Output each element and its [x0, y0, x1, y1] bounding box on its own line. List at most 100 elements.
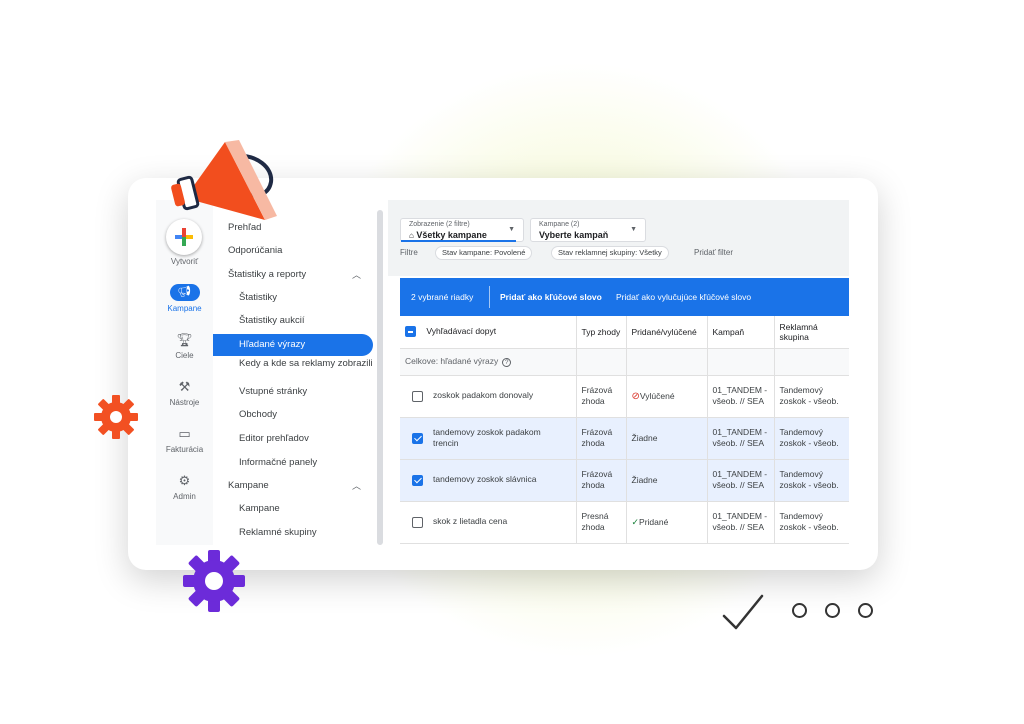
- nav-item-shopping[interactable]: Obchody: [213, 404, 373, 426]
- match-type: Presná zhoda: [576, 501, 627, 544]
- nav-item-report-editor[interactable]: Editor prehľadov: [213, 428, 373, 450]
- campaign-dropdown[interactable]: Kampane (2) Vyberte kampaň ▼: [530, 218, 646, 242]
- match-type: Frázová zhoda: [576, 459, 627, 502]
- dot-icon: [858, 603, 873, 618]
- status-text: Vylúčené: [639, 390, 675, 401]
- illustration-canvas: Vytvoriť 📢︎ Kampane 🏆︎ Ciele ⚒ Nástroje …: [0, 0, 1024, 724]
- selection-bar: 2 vybrané riadky Pridať ako kľúčové slov…: [400, 278, 849, 316]
- home-icon: ⌂: [409, 231, 414, 240]
- ad-group-link[interactable]: Tandemový zoskok - všeob.: [774, 459, 849, 502]
- rail-item-billing[interactable]: ▭ Fakturácia: [156, 425, 213, 454]
- tools-icon: ⚒: [178, 379, 191, 394]
- ad-group-link[interactable]: Tandemový zoskok - všeob.: [774, 417, 849, 460]
- dropdown-arrow-icon: ▼: [508, 226, 515, 233]
- nav-item-campaigns-group[interactable]: Kampane ︿: [213, 475, 373, 497]
- add-negative-keyword-button[interactable]: Pridať ako vylučujúce kľúčové slovo: [616, 292, 751, 302]
- rail-item-label: Ciele: [175, 351, 194, 360]
- row-checkbox[interactable]: [412, 516, 423, 528]
- nav-scrollbar[interactable]: [377, 210, 383, 545]
- nav-item-landing-pages[interactable]: Vstupné stránky: [213, 381, 373, 403]
- header-match-type[interactable]: Typ zhody: [576, 316, 627, 349]
- card-icon: ▭: [178, 426, 191, 441]
- ad-group-link[interactable]: Tandemový zoskok - všeob.: [774, 501, 849, 544]
- campaign-link[interactable]: 01_TANDEM - všeob. // SEA: [707, 501, 775, 544]
- query-text: zoskok padakom donovaly: [433, 390, 534, 401]
- row-checkbox[interactable]: [412, 474, 423, 486]
- view-dropdown[interactable]: Zobrazenie (2 filtre) ⌂ Všetky kampane ▼: [400, 218, 524, 242]
- rail-item-campaigns[interactable]: 📢︎ Kampane: [156, 284, 213, 313]
- filter-toolbar: Zobrazenie (2 filtre) ⌂ Všetky kampane ▼…: [388, 200, 849, 276]
- header-added-excluded[interactable]: Pridané/vylúčené: [626, 316, 708, 349]
- total-label: Celkove: hľadané výrazy: [405, 356, 499, 367]
- match-type: Frázová zhoda: [576, 417, 627, 460]
- table-row[interactable]: tandemovy zoskok padakom trencin Frázová…: [400, 417, 849, 460]
- main-content: Zobrazenie (2 filtre) ⌂ Všetky kampane ▼…: [388, 200, 849, 545]
- megaphone-icon: [171, 140, 277, 220]
- nav-item-label: Štatistiky a reporty: [228, 269, 307, 280]
- nav-item-auction-insights[interactable]: Štatistiky aukcií: [213, 310, 373, 332]
- nav-item-recommendations[interactable]: Odporúčania: [213, 240, 373, 262]
- dot-icon: [792, 603, 807, 618]
- nav-panel: Prehľad Odporúčania Štatistiky a reporty…: [213, 200, 377, 545]
- status-text: Pridané: [639, 516, 669, 527]
- help-icon[interactable]: ?: [502, 357, 512, 367]
- selected-count: 2 vybrané riadky: [411, 292, 474, 302]
- nav-item-insights-reports[interactable]: Štatistiky a reporty ︿: [213, 264, 373, 286]
- filter-chip-campaign-status[interactable]: Stav kampane: Povolené: [435, 246, 533, 260]
- rail-item-label: Admin: [173, 492, 196, 501]
- row-checkbox[interactable]: [412, 390, 423, 402]
- nav-item-campaigns[interactable]: Kampane: [213, 498, 373, 520]
- nav-item-search-terms[interactable]: Hľadané výrazy: [213, 334, 373, 356]
- filter-chip-adgroup-status[interactable]: Stav reklamnej skupiny: Všetky: [551, 246, 669, 260]
- chevron-up-icon: ︿: [351, 270, 361, 280]
- selection-divider: [489, 286, 490, 308]
- table-row[interactable]: tandemovy zoskok slávnica Frázová zhoda …: [400, 459, 849, 502]
- total-row: Celkove: hľadané výrazy?: [400, 348, 849, 376]
- rail-item-label: Nástroje: [169, 398, 200, 407]
- rail-item-label: Kampane: [167, 304, 202, 313]
- rail-item-admin[interactable]: ⚙ Admin: [156, 472, 213, 501]
- create-label: Vytvoriť: [170, 257, 199, 266]
- rail-item-goals[interactable]: 🏆︎ Ciele: [156, 331, 213, 360]
- row-checkbox[interactable]: [412, 432, 423, 444]
- purple-gear-icon: [183, 550, 245, 612]
- query-text: tandemovy zoskok padakom trencin: [433, 427, 541, 448]
- filters-label: Filtre: [400, 248, 418, 257]
- table-row[interactable]: skok z lietadla cena Presná zhoda ✓Prida…: [400, 501, 849, 544]
- chevron-up-icon: ︿: [351, 481, 361, 491]
- campaign-link[interactable]: 01_TANDEM - všeob. // SEA: [707, 417, 775, 460]
- check-icon: ✓: [631, 516, 640, 527]
- nav-item-ad-groups[interactable]: Reklamné skupiny: [213, 522, 373, 544]
- table-row[interactable]: zoskok padakom donovaly Frázová zhoda ⊘V…: [400, 375, 849, 418]
- orange-gear-icon: [94, 395, 138, 439]
- status-text: Žiadne: [626, 417, 708, 460]
- campaign-link[interactable]: 01_TANDEM - všeob. // SEA: [707, 375, 775, 418]
- table-header-row: Vyhľadávací dopyt Typ zhody Pridané/vylú…: [400, 316, 849, 349]
- dot-icon: [825, 603, 840, 618]
- campaign-value: Vyberte kampaň: [539, 230, 609, 240]
- view-caption: Zobrazenie (2 filtre): [409, 221, 470, 228]
- rail-item-tools[interactable]: ⚒ Nástroje: [156, 378, 213, 407]
- google-ads-window: Vytvoriť 📢︎ Kampane 🏆︎ Ciele ⚒ Nástroje …: [156, 200, 849, 545]
- ad-group-link[interactable]: Tandemový zoskok - všeob.: [774, 375, 849, 418]
- pagination-dots: [792, 603, 891, 623]
- search-terms-table: Vyhľadávací dopyt Typ zhody Pridané/vylú…: [400, 316, 849, 544]
- rail-item-label: Fakturácia: [165, 445, 204, 454]
- add-keyword-button[interactable]: Pridať ako kľúčové slovo: [500, 292, 602, 302]
- add-filter-link[interactable]: Pridať filter: [694, 248, 733, 257]
- nav-item-dashboards[interactable]: Informačné panely: [213, 452, 373, 474]
- megaphone-icon: 📢︎: [169, 284, 200, 301]
- view-value: ⌂ Všetky kampane: [409, 230, 487, 240]
- header-ad-group[interactable]: Reklamná skupina: [774, 316, 849, 349]
- trophy-icon: 🏆︎: [176, 332, 193, 347]
- nav-item-insights[interactable]: Štatistiky: [213, 287, 373, 309]
- dropdown-arrow-icon: ▼: [630, 226, 637, 233]
- campaign-caption: Kampane (2): [539, 221, 580, 228]
- campaign-link[interactable]: 01_TANDEM - všeob. // SEA: [707, 459, 775, 502]
- header-query[interactable]: Vyhľadávací dopyt: [400, 316, 577, 349]
- status-text: Žiadne: [626, 459, 708, 502]
- match-type: Frázová zhoda: [576, 375, 627, 418]
- nav-item-when-where[interactable]: Kedy a kde sa reklamy zobrazili: [213, 357, 373, 381]
- select-all-checkbox[interactable]: [405, 326, 416, 338]
- header-campaign[interactable]: Kampaň: [707, 316, 775, 349]
